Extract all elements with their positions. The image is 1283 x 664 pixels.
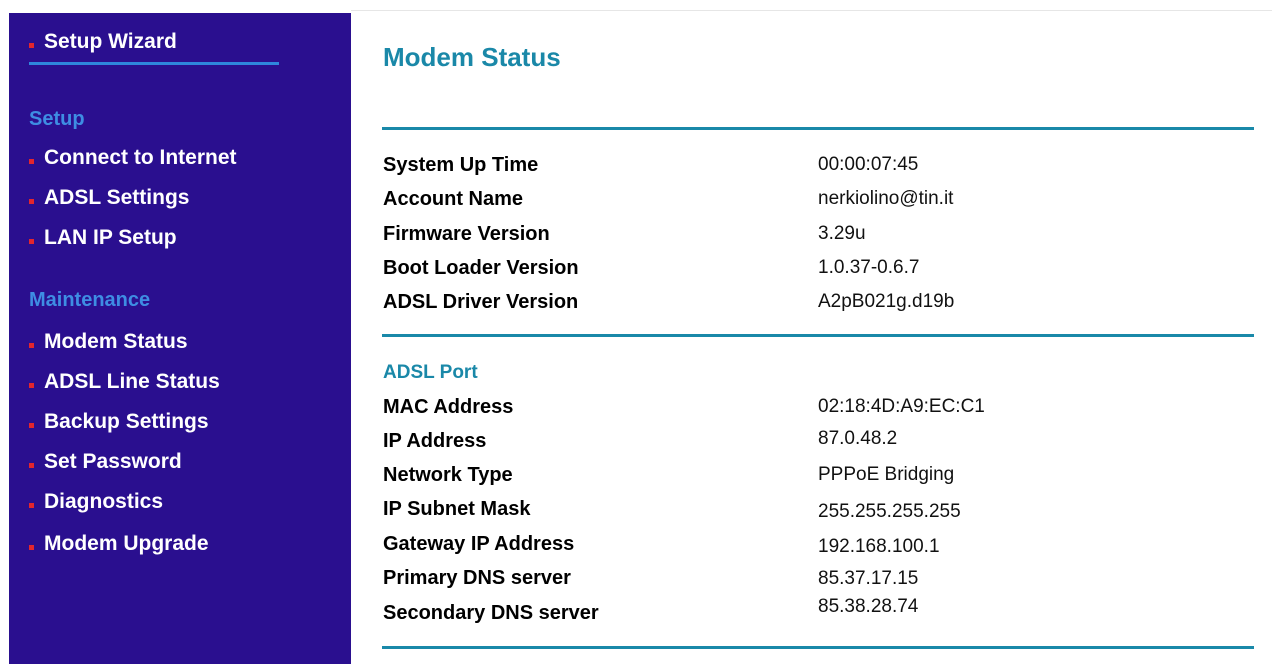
gateway-ip-address-label: Gateway IP Address <box>383 533 575 555</box>
primary-dns-value: 85.37.17.15 <box>818 568 919 589</box>
ip-subnet-mask-label: IP Subnet Mask <box>383 498 531 520</box>
sidebar-item-label: Setup Wizard <box>44 30 177 53</box>
primary-dns-label: Primary DNS server <box>383 567 571 589</box>
bullet-icon <box>29 198 34 204</box>
sidebar-heading-maintenance: Maintenance <box>29 289 151 311</box>
sidebar-heading-setup: Setup <box>29 108 85 130</box>
sidebar-item-label: Set Password <box>44 450 182 473</box>
ip-address-label: IP Address <box>383 430 487 452</box>
sidebar-item-backup-settings[interactable]: Backup Settings <box>29 409 209 435</box>
boot-loader-version-value: 1.0.37-0.6.7 <box>818 257 920 278</box>
sidebar-item-label: Modem Upgrade <box>44 532 209 555</box>
page-title: Modem Status <box>383 42 561 72</box>
secondary-dns-value: 85.38.28.74 <box>818 596 919 617</box>
sidebar-item-label: ADSL Settings <box>44 186 190 209</box>
mac-address-value: 02:18:4D:A9:EC:C1 <box>818 396 985 417</box>
mac-address-label: MAC Address <box>383 396 514 418</box>
firmware-version-label: Firmware Version <box>383 223 550 245</box>
gateway-ip-address-value: 192.168.100.1 <box>818 536 940 557</box>
firmware-version-value: 3.29u <box>818 223 866 244</box>
bullet-icon <box>29 342 34 348</box>
sidebar-item-label: Diagnostics <box>44 490 164 513</box>
divider-middle <box>382 334 1254 337</box>
sidebar-item-label: ADSL Line Status <box>44 370 220 393</box>
bullet-icon <box>29 238 34 244</box>
sidebar-item-label: Backup Settings <box>44 410 209 433</box>
secondary-dns-label: Secondary DNS server <box>383 602 599 624</box>
system-up-time-value: 00:00:07:45 <box>818 154 919 175</box>
bullet-icon <box>29 42 34 48</box>
sidebar-item-modem-status[interactable]: Modem Status <box>29 329 188 355</box>
bullet-icon <box>29 158 34 164</box>
bullet-icon <box>29 502 34 508</box>
right-margin <box>1272 0 1283 664</box>
sidebar-item-set-password[interactable]: Set Password <box>29 449 182 475</box>
sidebar-item-label: Connect to Internet <box>44 146 237 169</box>
sidebar-item-modem-upgrade[interactable]: Modem Upgrade <box>29 531 209 557</box>
account-name-value: nerkiolino@tin.it <box>818 188 954 209</box>
sidebar-item-setup-wizard[interactable]: Setup Wizard <box>29 29 177 55</box>
bullet-icon <box>29 462 34 468</box>
sidebar-nav: Setup Wizard Setup Connect to Internet A… <box>9 13 351 664</box>
setup-wizard-underline <box>29 62 279 65</box>
ip-subnet-mask-value: 255.255.255.255 <box>818 501 961 522</box>
adsl-driver-version-value: A2pB021g.d19b <box>818 291 955 312</box>
system-up-time-label: System Up Time <box>383 154 539 176</box>
network-type-label: Network Type <box>383 464 513 486</box>
sidebar-item-adsl-line-status[interactable]: ADSL Line Status <box>29 369 220 395</box>
ip-address-value: 87.0.48.2 <box>818 428 898 449</box>
network-type-value: PPPoE Bridging <box>818 464 955 485</box>
main-top-border <box>351 10 1272 11</box>
bullet-icon <box>29 382 34 388</box>
sidebar-item-label: Modem Status <box>44 330 188 353</box>
adsl-port-heading: ADSL Port <box>383 362 478 383</box>
bullet-icon <box>29 422 34 428</box>
sidebar-item-connect-to-internet[interactable]: Connect to Internet <box>29 145 237 171</box>
boot-loader-version-label: Boot Loader Version <box>383 257 579 279</box>
sidebar-item-lan-ip-setup[interactable]: LAN IP Setup <box>29 225 177 251</box>
adsl-driver-version-label: ADSL Driver Version <box>383 291 579 313</box>
divider-bottom <box>382 646 1254 649</box>
divider-top <box>382 127 1254 130</box>
sidebar-item-adsl-settings[interactable]: ADSL Settings <box>29 185 189 211</box>
account-name-label: Account Name <box>383 188 524 210</box>
sidebar-item-diagnostics[interactable]: Diagnostics <box>29 489 163 515</box>
bullet-icon <box>29 544 34 550</box>
sidebar-item-label: LAN IP Setup <box>44 226 177 249</box>
